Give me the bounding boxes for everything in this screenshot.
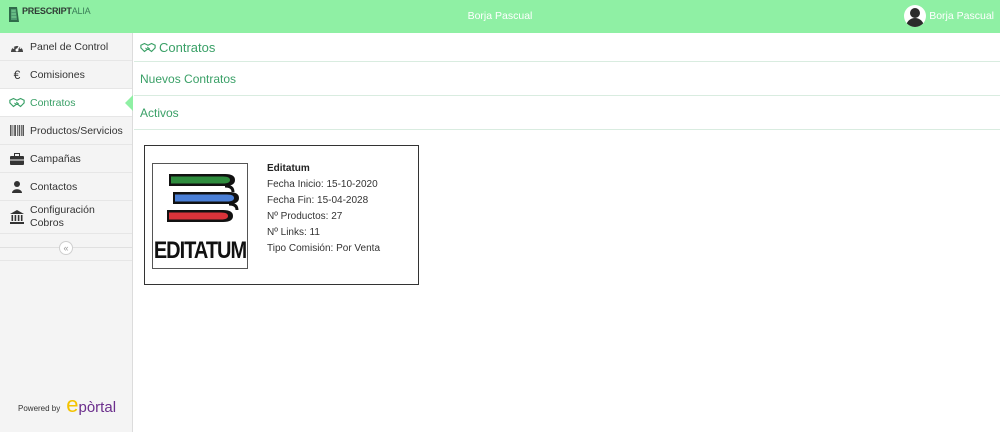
barcode-icon	[9, 124, 25, 138]
contract-products-count: Nº Productos: 27	[267, 211, 343, 222]
sidebar-item-label: Panel de Control	[30, 40, 109, 53]
sidebar-item-panel-de-control[interactable]: Panel de Control	[0, 33, 132, 61]
sidebar-item-label: Campañas	[30, 152, 81, 165]
sidebar-item-label: Productos/Servicios	[30, 124, 123, 137]
user-icon	[9, 180, 25, 194]
briefcase-icon	[9, 152, 25, 166]
handshake-icon	[9, 96, 25, 110]
contract-card[interactable]: EDITATUM Editatum Fecha Inicio: 15-10-20…	[144, 145, 419, 285]
header-user-name: Borja Pascual	[467, 10, 533, 22]
contract-info: Editatum Fecha Inicio: 15-10-2020 Fecha …	[267, 161, 380, 257]
contract-logo-text: EDITATUM	[153, 237, 247, 265]
contract-end-date: Fecha Fin: 15-04-2028	[267, 195, 369, 206]
contract-name: Editatum	[267, 163, 310, 174]
sidebar-item-comisiones[interactable]: € Comisiones	[0, 61, 132, 89]
sidebar-item-productos-servicios[interactable]: Productos/Servicios	[0, 117, 132, 145]
powered-by-label: Powered by	[18, 404, 61, 413]
sidebar-item-configuracion-cobros[interactable]: Configuración Cobros	[0, 201, 132, 234]
section-nuevos-contratos[interactable]: Nuevos Contratos	[134, 62, 1000, 96]
sidebar-item-label: Contratos	[30, 96, 76, 109]
page-title: Contratos	[134, 33, 1000, 62]
sidebar-item-campanas[interactable]: Campañas	[0, 145, 132, 173]
bank-icon	[9, 210, 25, 224]
contract-logo: EDITATUM	[152, 163, 248, 269]
handshake-icon	[140, 42, 156, 53]
user-menu-name: Borja Pascual	[929, 10, 994, 22]
sidebar-collapse-row: «	[0, 234, 132, 261]
section-activos[interactable]: Activos	[134, 96, 1000, 130]
user-menu[interactable]: Borja Pascual	[904, 5, 994, 27]
dashboard-icon	[9, 40, 25, 54]
top-bar: PRESCRIPTALIA Borja Pascual Borja Pascua…	[0, 0, 1000, 33]
sidebar-item-label: Contactos	[30, 180, 78, 193]
sidebar-item-label: Configuración	[30, 204, 95, 216]
eportal-logo[interactable]: epòrtal	[66, 394, 116, 418]
contract-commission-type: Tipo Comisión: Por Venta	[267, 243, 381, 254]
sidebar-item-contratos[interactable]: Contratos	[0, 89, 133, 117]
sidebar-item-contactos[interactable]: Contactos	[0, 173, 132, 201]
sidebar-item-label: Comisiones	[30, 68, 85, 81]
contract-start-date: Fecha Inicio: 15-10-2020	[267, 179, 378, 190]
main-content: Contratos Nuevos Contratos Activos EDITA…	[134, 33, 1000, 432]
avatar-icon	[904, 5, 927, 27]
collapse-sidebar-button[interactable]: «	[59, 241, 73, 255]
sidebar: Panel de Control € Comisiones Contratos …	[0, 33, 133, 432]
page-title-text: Contratos	[159, 39, 216, 55]
contract-links-count: Nº Links: 11	[267, 227, 320, 238]
powered-by: Powered by epòrtal	[18, 394, 116, 418]
sidebar-item-label-line2: Cobros	[30, 217, 64, 229]
euro-icon: €	[13, 67, 21, 82]
